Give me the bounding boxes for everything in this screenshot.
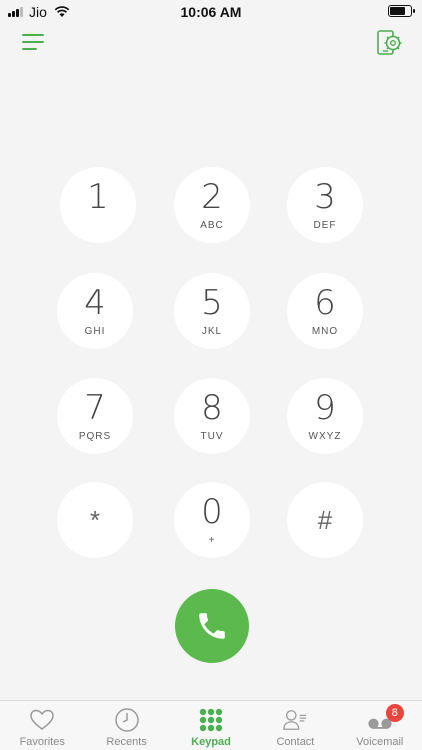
tab-label: Recents bbox=[106, 736, 147, 748]
contact-icon bbox=[282, 707, 308, 733]
key-letters: WXYZ bbox=[308, 430, 342, 442]
dial-keypad: 1 2 ABC 3 DEF 4 GHI 5 JKL 6 MNO 7 PQRS 8… bbox=[0, 0, 422, 690]
tab-label: Keypad bbox=[191, 736, 231, 748]
key-digit: 5 bbox=[201, 282, 223, 323]
key-letters: JKL bbox=[201, 325, 223, 337]
key-digit: 6 bbox=[314, 282, 336, 323]
tab-voicemail[interactable]: 8 Voicemail bbox=[338, 701, 422, 750]
key-digit: 3 bbox=[314, 176, 336, 217]
key-hash[interactable]: # bbox=[287, 482, 363, 558]
key-letters: PQRS bbox=[78, 430, 112, 442]
key-3[interactable]: 3 DEF bbox=[287, 167, 363, 243]
key-letters: GHI bbox=[84, 325, 106, 337]
key-0[interactable]: 0 + bbox=[174, 482, 250, 558]
key-1[interactable]: 1 bbox=[60, 167, 136, 243]
key-digit: 4 bbox=[84, 282, 106, 323]
key-digit: * bbox=[89, 504, 101, 535]
key-letters: + bbox=[208, 534, 216, 546]
key-7[interactable]: 7 PQRS bbox=[57, 378, 133, 454]
key-digit: 1 bbox=[87, 176, 109, 217]
key-digit: 0 bbox=[201, 491, 223, 532]
key-8[interactable]: 8 TUV bbox=[174, 378, 250, 454]
heart-icon bbox=[29, 707, 55, 733]
key-letters: ABC bbox=[200, 219, 224, 231]
tab-contact[interactable]: Contact bbox=[253, 701, 337, 750]
key-4[interactable]: 4 GHI bbox=[57, 273, 133, 349]
tab-keypad[interactable]: Keypad bbox=[169, 701, 253, 750]
key-digit: 7 bbox=[84, 387, 106, 428]
key-digit: # bbox=[317, 504, 333, 535]
call-button[interactable] bbox=[175, 589, 249, 663]
key-star[interactable]: * bbox=[57, 482, 133, 558]
key-letters: MNO bbox=[311, 325, 339, 337]
tab-label: Favorites bbox=[19, 736, 65, 748]
key-digit: 8 bbox=[201, 387, 223, 428]
clock-icon bbox=[114, 707, 140, 733]
key-5[interactable]: 5 JKL bbox=[174, 273, 250, 349]
key-digit: 2 bbox=[201, 176, 223, 217]
tab-label: Voicemail bbox=[356, 736, 404, 748]
tab-label: Contact bbox=[276, 736, 315, 748]
key-digit: 9 bbox=[314, 387, 336, 428]
key-2[interactable]: 2 ABC bbox=[174, 167, 250, 243]
tab-favorites[interactable]: Favorites bbox=[0, 701, 84, 750]
voicemail-count-badge: 8 bbox=[385, 704, 404, 722]
keypad-icon bbox=[198, 707, 224, 733]
bottom-tab-bar: Favorites Recents Keypad Contact 8 Voice… bbox=[0, 700, 422, 750]
tab-recents[interactable]: Recents bbox=[84, 701, 168, 750]
key-letters: DEF bbox=[313, 219, 337, 231]
key-letters: TUV bbox=[200, 430, 224, 442]
phone-icon bbox=[199, 613, 225, 639]
key-9[interactable]: 9 WXYZ bbox=[287, 378, 363, 454]
key-6[interactable]: 6 MNO bbox=[287, 273, 363, 349]
